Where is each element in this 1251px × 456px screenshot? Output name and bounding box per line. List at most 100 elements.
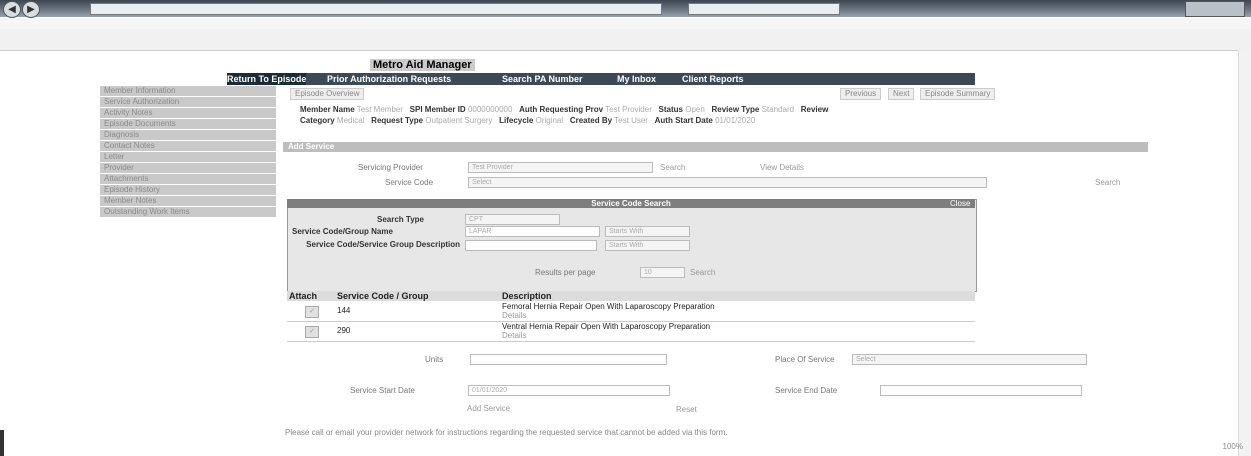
sidebar-item-provider[interactable]: Provider: [100, 163, 276, 174]
member-id-label: SPI Member ID: [409, 105, 466, 114]
service-start-date-label: Service Start Date: [350, 386, 415, 395]
previous-button[interactable]: Previous: [840, 88, 882, 100]
review-label: Review: [800, 105, 829, 114]
service-code-select[interactable]: Select: [468, 177, 987, 188]
scrollbar[interactable]: [1238, 50, 1251, 456]
main-navbar: Return To Episode Prior Authorization Re…: [227, 73, 975, 85]
description-op-select[interactable]: Starts With: [605, 240, 690, 251]
browser-tab[interactable]: [688, 3, 840, 15]
close-panel-button[interactable]: Close: [950, 199, 970, 208]
search-button[interactable]: Search: [690, 268, 715, 277]
next-button[interactable]: Next: [888, 88, 915, 100]
status-label: Status: [658, 105, 683, 114]
episode-summary-button[interactable]: Episode Summary: [920, 88, 996, 100]
tab-return-to-episode[interactable]: Return To Episode: [227, 73, 307, 85]
attach-checkbox[interactable]: ✓: [305, 306, 319, 318]
description-input[interactable]: [465, 240, 597, 251]
service-start-date-input[interactable]: 01/01/2020: [468, 385, 670, 396]
col-service-code: Service Code / Group: [337, 291, 429, 301]
member-id-value: 0000000000: [467, 105, 513, 114]
episode-overview-button[interactable]: Episode Overview: [290, 88, 365, 100]
address-bar[interactable]: [90, 3, 662, 15]
add-service-header: Add Service: [283, 142, 1148, 152]
lifecycle-value: Original: [535, 116, 564, 125]
servicing-provider-field[interactable]: Test Provider: [468, 162, 653, 173]
tab-my-inbox[interactable]: My Inbox: [617, 73, 656, 85]
created-by-label: Created By: [569, 116, 613, 125]
add-service-button[interactable]: Add Service: [467, 404, 510, 413]
sidebar-item-member-notes[interactable]: Member Notes: [100, 196, 276, 207]
sidebar-item-outstanding-work-items[interactable]: Outstanding Work Items: [100, 207, 276, 218]
episode-subnav: Episode Overview Previous Next Episode S…: [290, 88, 996, 100]
search-type-label: Search Type: [377, 215, 424, 224]
footnote: Please call or email your provider netwo…: [285, 428, 728, 437]
service-end-date-input[interactable]: [880, 385, 1082, 396]
service-code-label: Service Code: [385, 178, 434, 187]
view-details-link[interactable]: View Details: [760, 163, 804, 172]
tab-client-reports[interactable]: Client Reports: [682, 73, 744, 85]
code-name-op-select[interactable]: Starts With: [605, 226, 690, 237]
attach-checkbox[interactable]: ✓: [305, 326, 319, 338]
window-controls[interactable]: [1185, 1, 1245, 17]
results-per-page-select[interactable]: 10: [640, 267, 685, 278]
sidebar-item-episode-documents[interactable]: Episode Documents: [100, 119, 276, 130]
review-type-value: Standard: [761, 105, 795, 114]
sidebar-item-contact-notes[interactable]: Contact Notes: [100, 141, 276, 152]
code-name-input[interactable]: LAPAR: [465, 226, 600, 237]
description-cell: Ventral Hernia Repair Open With Laparosc…: [502, 322, 711, 331]
tab-search-pa-number[interactable]: Search PA Number: [502, 73, 583, 85]
browser-menubar: [0, 18, 1251, 29]
window-edge: [0, 430, 4, 456]
member-name-label: Member Name: [300, 105, 355, 114]
service-code-cell: 290: [337, 326, 351, 335]
tab-prior-authorization[interactable]: Prior Authorization Requests: [327, 73, 451, 85]
search-type-select[interactable]: CPT: [465, 214, 560, 225]
place-of-service-select[interactable]: Select: [852, 354, 1087, 365]
servicing-provider-label: Servicing Provider: [358, 163, 423, 172]
forward-icon[interactable]: ▶: [22, 1, 40, 18]
back-icon[interactable]: ◀: [3, 1, 21, 18]
sidebar-item-episode-history[interactable]: Episode History: [100, 185, 276, 196]
requesting-prov-value: Test Provider: [605, 105, 652, 114]
sidebar-item-attachments[interactable]: Attachments: [100, 174, 276, 185]
sidebar-item-diagnosis[interactable]: Diagnosis: [100, 130, 276, 141]
table-row: ✓ 290 Ventral Hernia Repair Open With La…: [287, 322, 975, 342]
units-label: Units: [425, 355, 444, 364]
table-row: ✓ 144 Femoral Hernia Repair Open With La…: [287, 302, 975, 322]
request-type-label: Request Type: [371, 116, 424, 125]
details-link[interactable]: Details: [502, 331, 526, 340]
category-label: Category: [300, 116, 335, 125]
search-provider-link[interactable]: Search: [660, 163, 685, 172]
info-line-2: Category Medical Request Type Outpatient…: [300, 115, 1130, 126]
description-cell: Femoral Hernia Repair Open With Laparosc…: [502, 302, 715, 311]
app-title: Metro Aid Manager: [370, 59, 475, 71]
zoom-level[interactable]: 100%: [1223, 442, 1243, 451]
results-per-page-label: Results per page: [535, 268, 596, 277]
search-panel-title: Service Code Search: [287, 199, 975, 208]
service-code-cell: 144: [337, 306, 351, 315]
code-name-label: Service Code/Group Name: [292, 227, 393, 236]
auth-start-date-value: 01/01/2020: [715, 116, 756, 125]
place-of-service-label: Place Of Service: [775, 355, 835, 364]
col-description: Description: [502, 291, 552, 301]
reset-button[interactable]: Reset: [676, 405, 697, 414]
details-link[interactable]: Details: [502, 311, 526, 320]
results-table-header: Attach Service Code / Group Description: [287, 291, 975, 301]
favorites-bar: [0, 29, 1251, 51]
service-code-search-link[interactable]: Search: [1095, 178, 1120, 187]
sidebar-item-letter[interactable]: Letter: [100, 152, 276, 163]
created-by-value: Test User: [614, 116, 648, 125]
description-label: Service Code/Service Group Description: [306, 240, 460, 249]
sidebar-item-activity-notes[interactable]: Activity Notes: [100, 108, 276, 119]
info-line-1: Member Name Test Member SPI Member ID 00…: [300, 104, 1130, 115]
lifecycle-label: Lifecycle: [499, 116, 534, 125]
category-value: Medical: [336, 116, 365, 125]
units-input[interactable]: [470, 354, 667, 365]
sidebar-item-service-authorization[interactable]: Service Authorization: [100, 97, 276, 108]
review-type-label: Review Type: [711, 105, 760, 114]
service-end-date-label: Service End Date: [775, 386, 838, 395]
request-type-value: Outpatient Surgery: [425, 116, 493, 125]
requesting-prov-label: Auth Requesting Prov: [519, 105, 604, 114]
sidebar: Member Information Service Authorization…: [100, 86, 276, 218]
sidebar-item-member-information[interactable]: Member Information: [100, 86, 276, 97]
